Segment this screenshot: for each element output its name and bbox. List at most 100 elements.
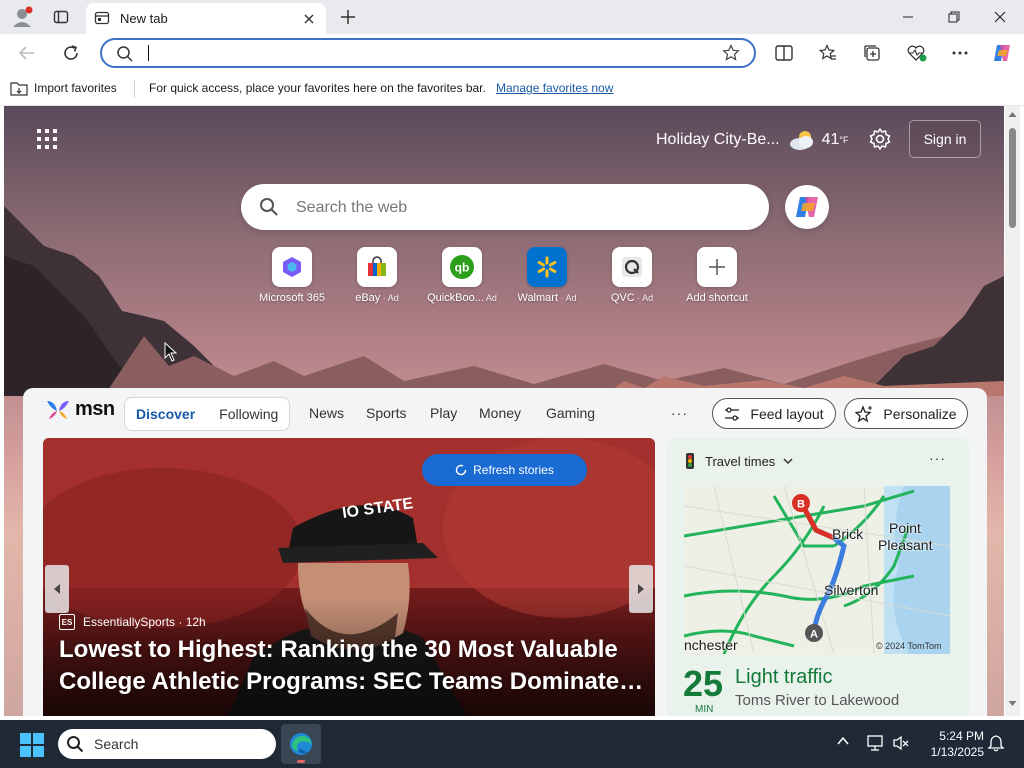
start-button[interactable] [19, 732, 45, 758]
new-tab-button[interactable] [336, 5, 360, 29]
back-button[interactable] [14, 40, 40, 66]
feed-more-button[interactable]: ··· [671, 405, 688, 421]
traffic-status: Light traffic [735, 666, 833, 688]
new-tab-page-icon [94, 11, 110, 25]
shortcut-quickbooks[interactable]: qb QuickBoo... Ad [420, 247, 504, 304]
tab-close-button[interactable] [300, 10, 318, 28]
refresh-button[interactable] [58, 40, 84, 66]
scroll-down-arrow-icon[interactable] [1008, 700, 1017, 707]
msn-logo[interactable]: msn [45, 398, 115, 421]
search-placeholder: Search the web [296, 199, 408, 216]
feed-layout-button[interactable]: Feed layout [712, 398, 836, 429]
map-roads-image: B A [684, 486, 950, 654]
taskbar-edge-app[interactable] [281, 724, 321, 764]
copilot-search-button[interactable] [785, 185, 829, 229]
nav-sports[interactable]: Sports [366, 405, 406, 421]
traffic-light-icon [686, 453, 694, 469]
shortcut-tile [357, 247, 397, 287]
scroll-up-arrow-icon[interactable] [1008, 111, 1017, 118]
browser-essentials-button[interactable] [904, 41, 930, 65]
tab-discover[interactable]: Discover [136, 406, 195, 422]
minimize-button[interactable] [890, 5, 926, 29]
source-name: EssentiallySports · 12h [83, 615, 206, 629]
notification-bell-icon[interactable] [987, 734, 1005, 752]
volume-muted-icon[interactable] [892, 734, 910, 752]
chevron-up-icon[interactable] [836, 734, 850, 748]
collections-button[interactable] [860, 41, 884, 65]
collections-icon [864, 45, 880, 61]
carousel-next-button[interactable] [629, 565, 653, 613]
restore-icon [948, 11, 960, 23]
traffic-map[interactable]: B A Brick Point Pleasant Silverton nches… [684, 486, 950, 654]
travel-times-title: Travel times [705, 453, 776, 469]
nav-play[interactable]: Play [430, 405, 457, 421]
nav-gaming[interactable]: Gaming [546, 405, 595, 421]
tab-actions-icon [53, 10, 69, 24]
carousel-prev-button[interactable] [45, 565, 69, 613]
add-shortcut-button[interactable]: Add shortcut [675, 247, 759, 304]
svg-text:qb: qb [455, 261, 470, 275]
tab-new-tab[interactable]: New tab [86, 3, 326, 34]
mountain-background-image [4, 206, 1004, 396]
manage-favorites-link[interactable]: Manage favorites now [496, 81, 613, 95]
network-icon[interactable] [866, 734, 884, 752]
shortcut-ebay[interactable]: eBay · Ad [335, 247, 419, 304]
address-bar[interactable] [100, 38, 756, 68]
ebay-shopping-bag-icon [368, 256, 386, 276]
web-search-box[interactable]: Search the web [241, 184, 769, 230]
qvc-icon [622, 257, 642, 277]
shortcut-label: Microsoft 365 [258, 292, 326, 304]
walmart-spark-icon [537, 256, 557, 278]
travel-minutes: 25 [683, 663, 724, 704]
restore-button[interactable] [936, 5, 972, 29]
copilot-icon [796, 197, 818, 217]
taskbar-search-box[interactable]: Search [58, 729, 276, 759]
shortcut-microsoft-365[interactable]: Microsoft 365 [250, 247, 334, 304]
sign-in-button[interactable]: Sign in [909, 120, 981, 158]
shortcut-label: Add shortcut [686, 292, 748, 304]
add-favorite-star-icon[interactable] [722, 44, 740, 62]
search-icon [117, 46, 133, 62]
shortcut-label: QVC [610, 292, 635, 304]
shortcut-walmart[interactable]: Walmart · Ad [505, 247, 589, 304]
address-input[interactable] [148, 44, 708, 62]
settings-and-more-button[interactable] [948, 41, 972, 65]
system-clock[interactable]: 5:24 PM 1/13/2025 [916, 728, 984, 760]
travel-minutes-unit: MIN [695, 704, 714, 715]
personalize-button[interactable]: Personalize [844, 398, 968, 429]
shortcut-qvc[interactable]: QVC · Ad [590, 247, 674, 304]
map-copyright: © 2024 TomTom [876, 641, 942, 651]
hero-story-card[interactable]: IO STATE Refresh stories ES EssentiallyS… [43, 438, 655, 716]
refresh-stories-button[interactable]: Refresh stories [422, 454, 587, 486]
source-logo: ES [59, 614, 75, 630]
import-favorites-button[interactable]: Import favorites [10, 80, 117, 96]
split-screen-button[interactable] [772, 41, 796, 65]
weather-widget[interactable]: Holiday City-Be... 41 °F [656, 128, 849, 152]
shortcut-label: Walmart [517, 292, 559, 304]
scroll-thumb[interactable] [1009, 128, 1016, 228]
favorites-button[interactable] [816, 41, 840, 65]
tab-following[interactable]: Following [219, 406, 278, 422]
text-caret [148, 45, 149, 61]
taskbar-search-label: Search [94, 736, 139, 752]
nav-news[interactable]: News [309, 405, 344, 421]
story-headline[interactable]: Lowest to Highest: Ranking the 30 Most V… [59, 634, 649, 698]
apps-launcher-button[interactable] [36, 128, 58, 150]
microsoft-365-icon [283, 257, 301, 277]
favorites-bar: Import favorites For quick access, place… [0, 72, 1024, 106]
map-label-silverton: Silverton [824, 582, 879, 598]
profile-button[interactable] [8, 5, 36, 29]
heart-pulse-icon [907, 45, 927, 62]
ad-badge: · Ad [380, 293, 399, 303]
travel-more-button[interactable]: ··· [929, 450, 946, 466]
nav-money[interactable]: Money [479, 405, 521, 421]
msn-feed: msn Discover Following News Sports Play … [23, 388, 987, 716]
tab-actions-button[interactable] [48, 5, 74, 29]
page-settings-button[interactable] [868, 127, 894, 153]
travel-times-header[interactable]: Travel times [683, 452, 793, 470]
travel-times-card[interactable]: Travel times ··· B A Brick Point Pleasan… [667, 438, 969, 716]
close-window-button[interactable] [982, 5, 1018, 29]
favorites-bar-hint: For quick access, place your favorites h… [149, 81, 486, 95]
copilot-button[interactable] [990, 41, 1014, 65]
page-scrollbar[interactable] [1005, 106, 1020, 716]
